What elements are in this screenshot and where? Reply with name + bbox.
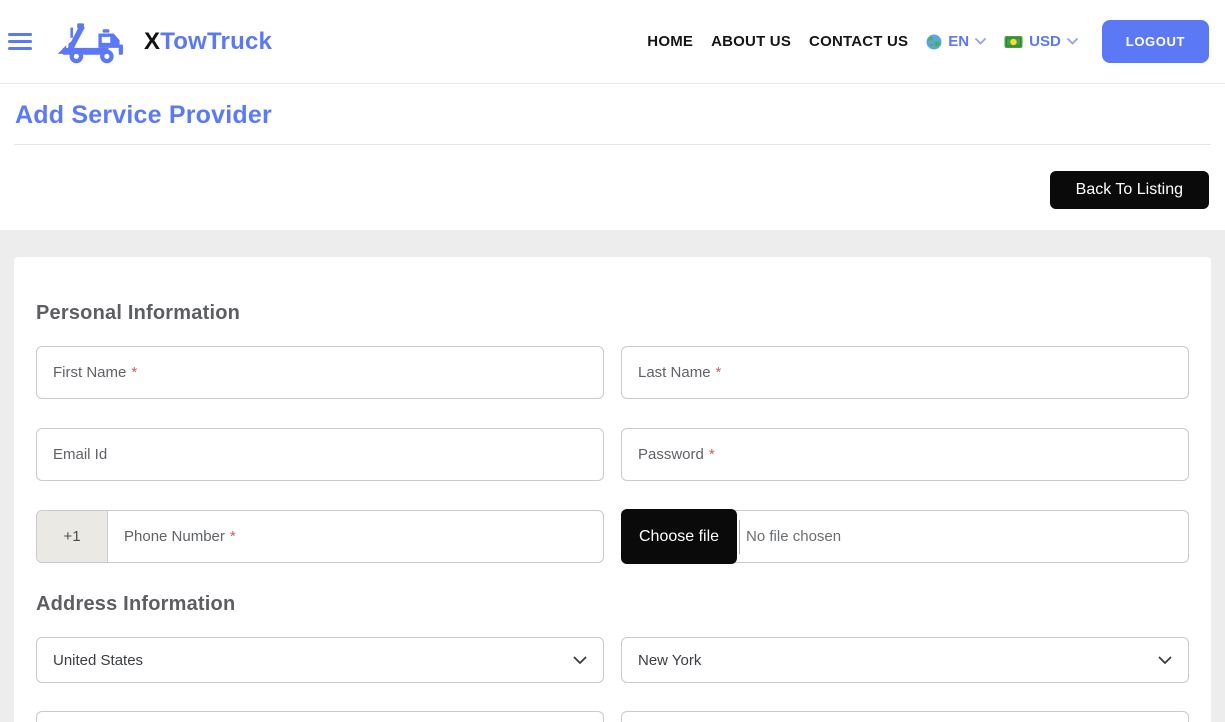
chevron-down-icon bbox=[573, 656, 587, 665]
required-mark: * bbox=[715, 364, 722, 381]
nav-link-about-us[interactable]: ABOUT US bbox=[711, 33, 791, 50]
email-placeholder: Email Id bbox=[53, 446, 108, 463]
add-provider-form-card: Personal Information First Name * Last N… bbox=[14, 257, 1211, 722]
choose-file-button[interactable]: Choose file bbox=[621, 509, 738, 564]
phone-country-code: +1 bbox=[37, 511, 108, 562]
required-mark: * bbox=[229, 528, 236, 545]
top-navbar: XTowTruck HOME ABOUT US CONTACT US EN US… bbox=[0, 0, 1225, 84]
required-mark: * bbox=[708, 446, 715, 463]
hamburger-menu-icon[interactable] bbox=[8, 29, 34, 54]
state-value: New York bbox=[638, 651, 702, 669]
state-select[interactable]: New York bbox=[621, 637, 1189, 683]
file-divider bbox=[739, 519, 741, 554]
form-row-credentials: Email Id Password * bbox=[36, 428, 1189, 481]
form-row-region: United States New York bbox=[36, 637, 1189, 683]
title-divider bbox=[14, 144, 1211, 145]
address-input-left[interactable] bbox=[36, 711, 604, 722]
address-input-right[interactable] bbox=[621, 711, 1189, 722]
address-information-heading: Address Information bbox=[36, 593, 236, 615]
form-row-address-partial bbox=[36, 711, 1189, 722]
back-to-listing-button[interactable]: Back To Listing bbox=[1049, 171, 1209, 209]
personal-information-heading: Personal Information bbox=[36, 302, 241, 324]
required-mark: * bbox=[131, 364, 138, 381]
navbar-links: HOME ABOUT US CONTACT US EN USD LOGOUT bbox=[647, 20, 1209, 63]
page-title: Add Service Provider bbox=[15, 101, 272, 129]
form-row-phone-file: +1 Phone Number * Choose file No file ch… bbox=[36, 509, 1189, 564]
first-name-input[interactable]: First Name * bbox=[36, 346, 604, 399]
file-upload-input[interactable]: Choose file No file chosen bbox=[621, 509, 1189, 564]
chevron-down-icon bbox=[1066, 38, 1078, 45]
dollar-banknote-icon bbox=[1004, 35, 1023, 49]
towtruck-logo-icon bbox=[56, 17, 134, 67]
email-input[interactable]: Email Id bbox=[36, 428, 604, 481]
form-row-name: First Name * Last Name * bbox=[36, 346, 1189, 399]
nav-link-home[interactable]: HOME bbox=[647, 33, 693, 50]
page-actions: Back To Listing bbox=[0, 171, 1225, 209]
logout-button[interactable]: LOGOUT bbox=[1101, 20, 1209, 63]
country-value: United States bbox=[53, 651, 144, 669]
nav-link-contact-us[interactable]: CONTACT US bbox=[809, 33, 908, 50]
password-input[interactable]: Password * bbox=[621, 428, 1189, 481]
page-header-section: Add Service Provider Back To Listing bbox=[0, 84, 1225, 230]
country-select[interactable]: United States bbox=[36, 637, 604, 683]
currency-label: USD bbox=[1029, 33, 1061, 50]
phone-placeholder: Phone Number bbox=[124, 528, 225, 545]
last-name-placeholder: Last Name bbox=[638, 364, 711, 381]
first-name-placeholder: First Name bbox=[53, 364, 127, 381]
phone-input-group: +1 Phone Number * bbox=[36, 510, 604, 563]
brand-logo[interactable]: XTowTruck bbox=[56, 17, 272, 67]
chevron-down-icon bbox=[975, 38, 987, 45]
file-status-text: No file chosen bbox=[746, 528, 842, 545]
phone-number-input[interactable]: Phone Number * bbox=[108, 511, 252, 562]
last-name-input[interactable]: Last Name * bbox=[621, 346, 1189, 399]
language-label: EN bbox=[948, 33, 970, 50]
language-picker[interactable]: EN bbox=[926, 33, 987, 50]
main-content: Personal Information First Name * Last N… bbox=[0, 230, 1225, 722]
brand-name: XTowTruck bbox=[144, 27, 273, 55]
currency-picker[interactable]: USD bbox=[1004, 33, 1078, 50]
password-placeholder: Password bbox=[638, 446, 704, 463]
globe-icon bbox=[926, 34, 942, 50]
chevron-down-icon bbox=[1158, 656, 1172, 665]
